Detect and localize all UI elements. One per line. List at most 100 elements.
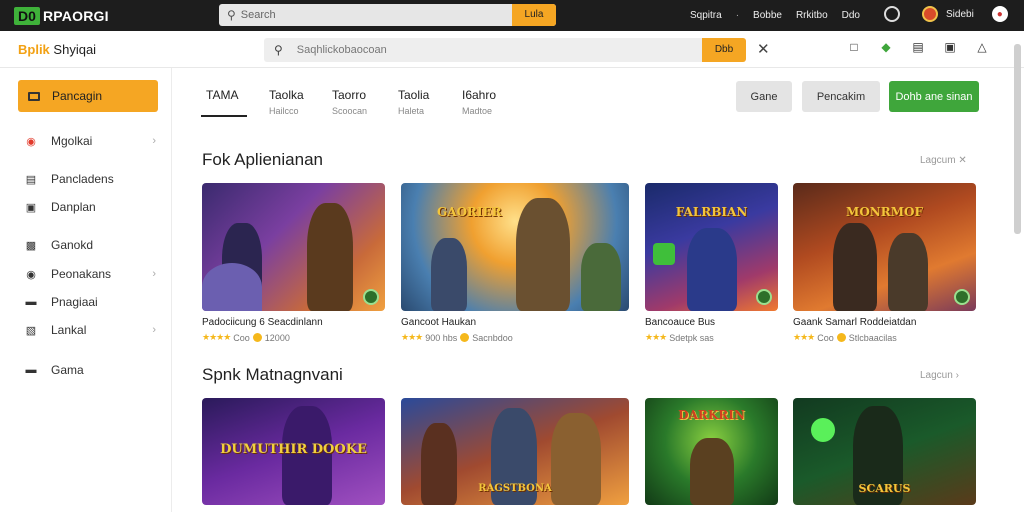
character-art xyxy=(833,223,877,311)
store-brand[interactable]: Bplik Shyiqai xyxy=(18,42,96,57)
character-art xyxy=(431,238,467,311)
logo-mark: D0 xyxy=(14,6,40,25)
platform-badge-icon xyxy=(756,289,772,305)
game-card[interactable]: GAORIER Gancoot Haukan ★★★ 900 hbs Sacnb… xyxy=(401,183,629,343)
magic-effect-art xyxy=(811,418,835,442)
tab-5[interactable]: I6ahro Madtoe xyxy=(462,88,496,116)
game-thumbnail[interactable]: GAORIER xyxy=(401,183,629,311)
sidebar-item-6[interactable]: ▬ Pnagiaai xyxy=(24,295,156,309)
sidebar-item-5[interactable]: ◉ Peonakans › xyxy=(24,267,156,281)
globe-icon[interactable] xyxy=(884,6,900,22)
menu-icon xyxy=(28,91,40,101)
sidebar-item-2[interactable]: ▤ Pancladens xyxy=(24,172,156,186)
price-text: Sdetpk sas xyxy=(669,332,714,343)
sidebar-item-4[interactable]: ▩ Ganokd xyxy=(24,238,156,252)
sidebar-item-label: Lankal xyxy=(51,323,87,337)
game-thumbnail[interactable]: MONRMOF xyxy=(793,183,976,311)
user-name[interactable]: Sidebi xyxy=(946,9,974,20)
profile-icon[interactable]: ● xyxy=(991,6,1008,22)
game-thumbnail[interactable]: RAGSTBONA xyxy=(401,398,629,505)
user-icon: ▩ xyxy=(25,239,37,252)
game-title[interactable]: Padociicung 6 Seacdinlann xyxy=(202,317,385,328)
list-icon[interactable]: ▤ xyxy=(910,39,926,55)
tab-3[interactable]: Taorro Scoocan xyxy=(332,88,367,116)
game-card[interactable]: Padociicung 6 Seacdinlann ★★★★ Coo 12000 xyxy=(202,183,385,343)
game-thumbnail[interactable]: DARKRIN xyxy=(645,398,778,505)
character-art xyxy=(551,413,601,505)
download-icon[interactable]: ▣ xyxy=(942,39,958,55)
top-link-2[interactable]: Bobbe xyxy=(753,10,782,21)
top-search-bar[interactable]: ⚲ Search Lula xyxy=(219,4,556,26)
game-art-title: DUMUTHIR DOOKE xyxy=(220,442,367,457)
game-thumbnail[interactable]: SCARUS xyxy=(793,398,976,505)
game-card[interactable]: DUMUTHIR DOOKE xyxy=(202,398,385,505)
sidebar-item-label: Gama xyxy=(51,363,84,377)
game-title[interactable]: Bancoauce Bus xyxy=(645,317,778,328)
see-all-label: Lagcum xyxy=(920,155,956,166)
top-link-3[interactable]: Rrkitbo xyxy=(796,10,828,21)
character-art xyxy=(202,263,262,311)
app-logo[interactable]: D0 RPAORGI xyxy=(14,6,214,25)
search-icon: ⚲ xyxy=(274,43,283,57)
sidebar-item-8[interactable]: ▬ Gama xyxy=(24,363,156,377)
game-card[interactable]: MONRMOF Gaank Samarl Roddeiatdan ★★★ Coo… xyxy=(793,183,976,343)
sidebar-item-7[interactable]: ▧ Lankal › xyxy=(24,323,156,337)
circle-icon: ◉ xyxy=(26,268,36,281)
game-title[interactable]: Gancoot Haukan xyxy=(401,317,629,328)
secondary-bar: Bplik Shyiqai ⚲ Saqhlickobaocoan Dbb ✕ □… xyxy=(0,31,1024,68)
game-card[interactable]: DARKRIN xyxy=(645,398,778,505)
main-search-button[interactable]: Dbb xyxy=(702,38,746,62)
top-search-input[interactable]: Search xyxy=(241,9,276,21)
sidebar-item-3[interactable]: ▣ Danplan xyxy=(24,200,156,214)
game-art-title: DARKRIN xyxy=(678,408,745,422)
top-search-button[interactable]: Lula xyxy=(512,4,556,26)
main-search-bar[interactable]: ⚲ Saqhlickobaocoan Dbb xyxy=(264,38,746,62)
game-art-title: MONRMOF xyxy=(846,205,923,219)
main-search-input[interactable]: Saqhlickobaocoan xyxy=(297,44,387,56)
primary-action-button[interactable]: Dohb ane sinan xyxy=(889,81,979,112)
sidebar-item-1[interactable]: ◉ Mgolkai › xyxy=(24,134,156,148)
tab-label: Taolia xyxy=(398,88,430,102)
tab-1[interactable]: TAMA xyxy=(206,88,238,102)
tab-4[interactable]: Taolia Haleta xyxy=(398,88,429,116)
tab-sublabel: Madtoe xyxy=(462,106,493,116)
bell-icon[interactable]: △ xyxy=(974,39,990,55)
game-icon: ◉ xyxy=(26,135,36,148)
game-thumbnail[interactable]: DUMUTHIR DOOKE xyxy=(202,398,385,505)
gift-icon[interactable]: ◆ xyxy=(878,39,894,55)
game-thumbnail[interactable] xyxy=(202,183,385,311)
chevron-right-icon: › xyxy=(152,324,156,336)
star-rating-icon: ★★★ xyxy=(793,332,815,342)
game-art-title: GAORIER xyxy=(437,205,502,219)
game-thumbnail[interactable]: FALRBIAN xyxy=(645,183,778,311)
game-title[interactable]: Gaank Samarl Roddeiatdan xyxy=(793,317,976,328)
tab-2[interactable]: Taolka Hailcco xyxy=(269,88,304,116)
sidebar-item-label: Ganokd xyxy=(51,238,94,252)
see-all-link[interactable]: Lagcum ✕ xyxy=(920,155,967,166)
game-button[interactable]: Gane xyxy=(736,81,792,112)
logo-text: RPAORGI xyxy=(43,7,109,24)
avatar[interactable] xyxy=(922,6,938,22)
price-text: Stlcbaacilas xyxy=(848,332,897,343)
sidebar-primary-button[interactable]: Pancagin xyxy=(18,80,158,112)
character-art xyxy=(690,438,734,505)
top-link-4[interactable]: Ddo xyxy=(842,10,860,21)
top-link-1[interactable]: Sqpitra xyxy=(690,10,722,21)
section-title: Fok Aplienianan xyxy=(202,150,323,169)
bag-icon[interactable]: □ xyxy=(846,39,862,55)
character-art xyxy=(888,233,928,311)
game-card[interactable]: RAGSTBONA xyxy=(401,398,629,505)
game-card[interactable]: FALRBIAN Bancoauce Bus ★★★ Sdetpk sas xyxy=(645,183,778,343)
scrollbar[interactable] xyxy=(1014,44,1021,234)
price-text: Sacnbdoo xyxy=(472,332,513,343)
rating-text: Coo xyxy=(817,332,834,343)
brand-text: Shyiqai xyxy=(53,42,97,57)
tab-label: I6ahro xyxy=(462,88,497,102)
secondary-action-button[interactable]: Pencakim xyxy=(802,81,880,112)
see-all-label: Lagcun xyxy=(920,370,953,381)
game-card[interactable]: SCARUS xyxy=(793,398,976,505)
close-icon[interactable]: ✕ xyxy=(757,40,770,58)
see-all-link[interactable]: Lagcun › xyxy=(920,370,959,381)
rating-text: 900 hbs xyxy=(425,332,458,343)
platform-badge-icon xyxy=(363,289,379,305)
